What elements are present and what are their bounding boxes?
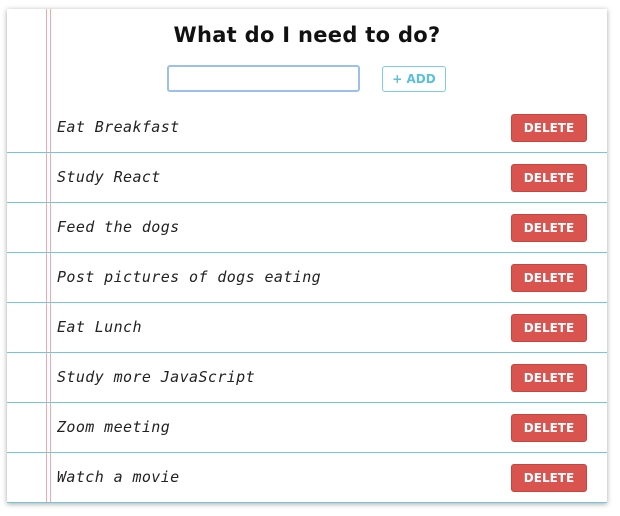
- delete-button[interactable]: DELETE: [511, 114, 587, 142]
- todo-item: Eat Lunch DELETE: [7, 303, 607, 353]
- todo-entry-row: + ADD: [7, 65, 607, 95]
- todo-item: Feed the dogs DELETE: [7, 203, 607, 253]
- todo-text: Eat Lunch: [57, 318, 142, 336]
- notebook-paper: What do I need to do? + ADD Eat Breakfas…: [7, 9, 607, 503]
- delete-button[interactable]: DELETE: [511, 314, 587, 342]
- delete-button[interactable]: DELETE: [511, 214, 587, 242]
- todo-text: Eat Breakfast: [57, 118, 180, 136]
- delete-button[interactable]: DELETE: [511, 164, 587, 192]
- delete-button[interactable]: DELETE: [511, 264, 587, 292]
- delete-button[interactable]: DELETE: [511, 414, 587, 442]
- todo-item: Post pictures of dogs eating DELETE: [7, 253, 607, 303]
- todo-text: Zoom meeting: [57, 418, 171, 436]
- todo-item: Zoom meeting DELETE: [7, 403, 607, 453]
- todo-item: Eat Breakfast DELETE: [7, 103, 607, 153]
- todo-list: Eat Breakfast DELETE Study React DELETE …: [7, 103, 607, 503]
- delete-button[interactable]: DELETE: [511, 364, 587, 392]
- todo-item: Watch a movie DELETE: [7, 453, 607, 503]
- todo-text: Feed the dogs: [57, 218, 180, 236]
- todo-item: Study React DELETE: [7, 153, 607, 203]
- delete-button[interactable]: DELETE: [511, 464, 587, 492]
- page-title: What do I need to do?: [173, 23, 441, 47]
- todo-item: Study more JavaScript DELETE: [7, 353, 607, 403]
- todo-text: Post pictures of dogs eating: [57, 268, 322, 286]
- todo-text: Study more JavaScript: [57, 368, 256, 386]
- todo-text: Study React: [57, 168, 161, 186]
- add-button[interactable]: + ADD: [382, 66, 446, 92]
- todo-input[interactable]: [167, 65, 360, 92]
- todo-text: Watch a movie: [57, 468, 180, 486]
